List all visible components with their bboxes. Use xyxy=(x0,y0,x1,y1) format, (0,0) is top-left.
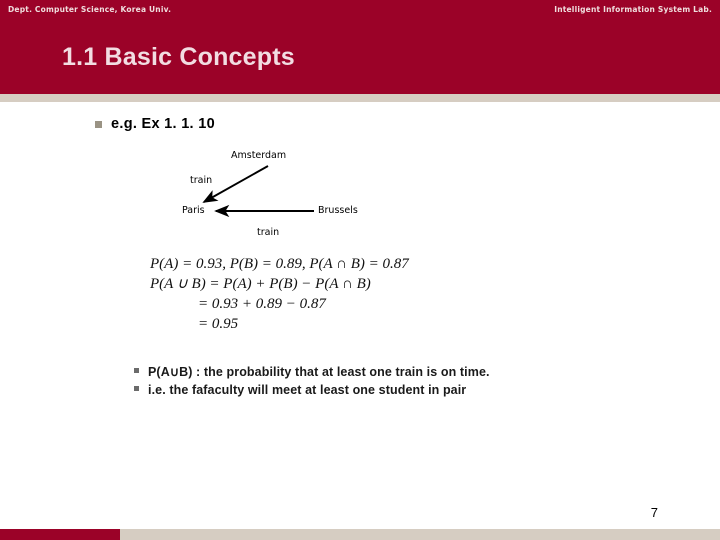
header-right-meta: Intelligent Information System Lab. xyxy=(554,5,712,14)
sub-bullet-label-interpretation: i.e. the fafaculty will meet at least on… xyxy=(148,383,467,397)
header-divider-strip xyxy=(0,94,720,102)
header-left-meta: Dept. Computer Science, Korea Univ. xyxy=(8,5,172,14)
bullet-item-example-label: e.g. Ex 1. 1. 10 xyxy=(111,116,215,132)
sub-bullet-label-union-meaning: P(A∪B) : the probability that at least o… xyxy=(148,365,490,379)
diagram-edge-label-amsterdam-paris: train xyxy=(190,175,213,186)
list-item: i.e. the fafaculty will meet at least on… xyxy=(134,383,490,397)
probability-equation-block: P(A) = 0.93, P(B) = 0.89, P(A ∩ B) = 0.8… xyxy=(150,254,409,334)
equation-line-result: = 0.95 xyxy=(198,316,239,332)
equation-line-union-formula: P(A ∪ B) = P(A) + P(B) − P(A ∩ B) xyxy=(150,276,371,292)
list-item: P(A∪B) : the probability that at least o… xyxy=(134,364,490,379)
square-bullet-icon xyxy=(134,386,139,391)
footer-accent-block xyxy=(0,529,120,540)
square-bullet-icon xyxy=(95,120,102,128)
diagram-node-paris: Paris xyxy=(182,205,205,216)
diagram-arrows-svg xyxy=(202,165,314,218)
bullet-item-example: e.g. Ex 1. 1. 10 xyxy=(95,116,215,132)
slide-content: e.g. Ex 1. 1. 10 Amsterdam Paris Brussel… xyxy=(0,102,720,520)
diagram-edge-label-brussels-paris: train xyxy=(257,227,280,238)
train-route-diagram: Amsterdam Paris Brussels train train xyxy=(160,147,420,247)
equation-line-substitution: = 0.93 + 0.89 − 0.87 xyxy=(198,296,326,312)
square-bullet-icon xyxy=(134,368,139,373)
header-band: Dept. Computer Science, Korea Univ. Inte… xyxy=(0,0,720,94)
equation-line-given-probabilities: P(A) = 0.93, P(B) = 0.89, P(A ∩ B) = 0.8… xyxy=(150,256,409,272)
diagram-node-amsterdam: Amsterdam xyxy=(231,150,287,161)
sub-bullet-list: P(A∪B) : the probability that at least o… xyxy=(134,364,490,401)
diagram-node-brussels: Brussels xyxy=(318,205,358,216)
arrow-amsterdam-to-paris xyxy=(202,165,269,203)
page-title: 1.1 Basic Concepts xyxy=(62,43,295,71)
page-number: 7 xyxy=(650,505,658,520)
